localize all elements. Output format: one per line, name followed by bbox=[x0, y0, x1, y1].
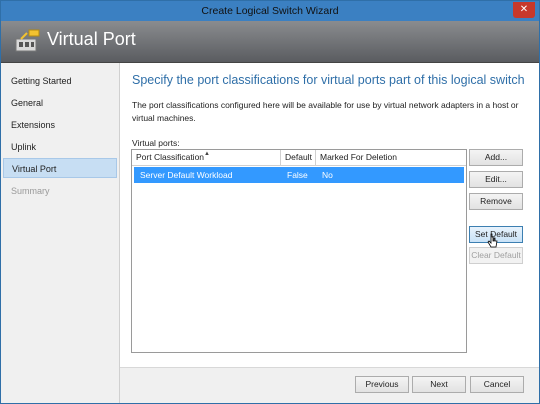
wizard-window: Create Logical Switch Wizard ✕ Virtual P… bbox=[0, 0, 540, 404]
mouse-pointer-icon bbox=[487, 233, 498, 248]
nav-item-extensions[interactable]: Extensions bbox=[3, 115, 117, 135]
remove-button[interactable]: Remove bbox=[469, 193, 523, 210]
section-description: The port classifications configured here… bbox=[132, 100, 519, 123]
nav-item-general[interactable]: General bbox=[3, 93, 117, 113]
main-content: Specify the port classifications for vir… bbox=[120, 63, 539, 367]
wizard-footer: Previous Next Cancel bbox=[120, 367, 539, 403]
virtual-ports-label: Virtual ports: bbox=[132, 138, 180, 148]
nav-item-uplink[interactable]: Uplink bbox=[3, 137, 117, 157]
grid-header: ▲ Port Classification Default Marked For… bbox=[132, 150, 466, 166]
virtual-ports-grid[interactable]: ▲ Port Classification Default Marked For… bbox=[131, 149, 467, 353]
page-title: Virtual Port bbox=[47, 29, 136, 49]
next-button[interactable]: Next bbox=[412, 376, 466, 393]
add-button[interactable]: Add... bbox=[469, 149, 523, 166]
nav-item-summary: Summary bbox=[11, 186, 50, 196]
clear-default-button: Clear Default bbox=[469, 247, 523, 264]
previous-button[interactable]: Previous bbox=[355, 376, 409, 393]
wizard-nav: Getting Started General Extensions Uplin… bbox=[1, 63, 120, 403]
column-header-default[interactable]: Default bbox=[281, 150, 316, 165]
nav-item-getting-started[interactable]: Getting Started bbox=[3, 71, 117, 91]
nav-item-virtual-port[interactable]: Virtual Port bbox=[3, 158, 117, 178]
edit-button[interactable]: Edit... bbox=[469, 171, 523, 188]
cancel-button[interactable]: Cancel bbox=[470, 376, 524, 393]
wizard-header: Virtual Port bbox=[1, 21, 539, 63]
table-row[interactable]: Server Default Workload False No bbox=[134, 167, 464, 183]
cell-marked-for-deletion: No bbox=[322, 170, 333, 180]
column-header-label: Port Classification bbox=[136, 152, 205, 162]
close-button[interactable]: ✕ bbox=[513, 2, 535, 18]
cell-default: False bbox=[287, 170, 308, 180]
section-heading: Specify the port classifications for vir… bbox=[132, 73, 525, 87]
virtual-port-icon bbox=[15, 29, 40, 52]
window-title: Create Logical Switch Wizard bbox=[201, 5, 339, 17]
title-bar: Create Logical Switch Wizard ✕ bbox=[1, 1, 539, 21]
cell-port-classification: Server Default Workload bbox=[140, 170, 233, 180]
column-header-marked-for-deletion[interactable]: Marked For Deletion bbox=[316, 150, 466, 165]
column-header-port-classification[interactable]: ▲ Port Classification bbox=[132, 150, 281, 165]
sort-arrow-icon: ▲ bbox=[204, 151, 210, 157]
